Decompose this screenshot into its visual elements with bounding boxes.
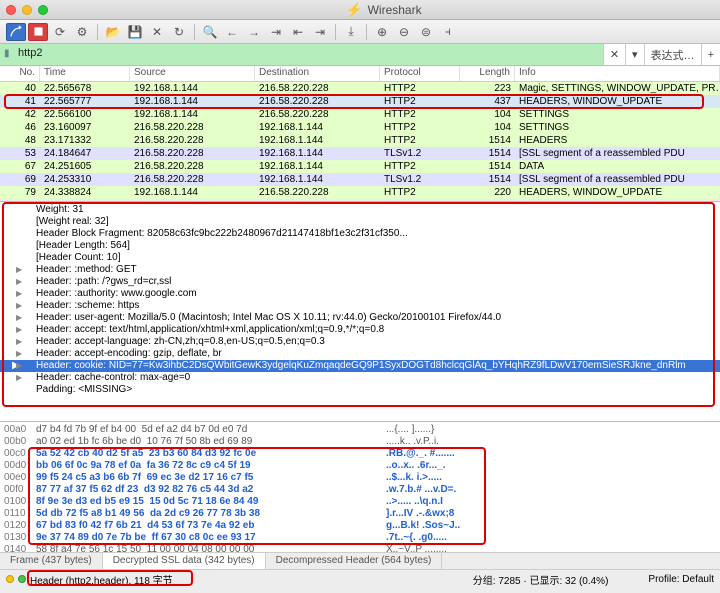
save-file-button[interactable]: 💾: [125, 23, 145, 41]
stop-capture-button[interactable]: [28, 23, 48, 41]
capture-indicator-icon: [18, 575, 26, 583]
jump-packet-button[interactable]: ⇥: [266, 23, 286, 41]
restart-capture-button[interactable]: ⟳: [50, 23, 70, 41]
byte-view-tabs: Frame (437 bytes) Decrypted SSL data (34…: [0, 552, 720, 570]
detail-line[interactable]: ▶Header: user-agent: Mozilla/5.0 (Macint…: [0, 312, 720, 324]
detail-line[interactable]: [Weight real: 32]: [0, 216, 720, 228]
detail-line[interactable]: [Header Length: 564]: [0, 240, 720, 252]
wireshark-logo-icon: ⚡: [346, 2, 362, 18]
tab-frame[interactable]: Frame (437 bytes): [0, 553, 103, 569]
hex-row[interactable]: 014058 8f a4 7e 56 1c 15 50 11 00 00 04 …: [4, 544, 716, 552]
packet-row[interactable]: 4022.565678192.168.1.144216.58.220.228HT…: [0, 82, 720, 95]
title-bar: ⚡ Wireshark: [0, 0, 720, 20]
display-filter-input[interactable]: ▮ http2: [0, 44, 603, 65]
capture-options-button[interactable]: ⚙: [72, 23, 92, 41]
detail-line[interactable]: Header Block Fragment: 82058c63fc9bc222b…: [0, 228, 720, 240]
detail-line[interactable]: ▶Header: cache-control: max-age=0: [0, 372, 720, 384]
detail-line[interactable]: ▶Header: :method: GET: [0, 264, 720, 276]
minimize-window-button[interactable]: [22, 5, 32, 15]
packet-row[interactable]: 4623.160097216.58.220.228192.168.1.144HT…: [0, 121, 720, 134]
hex-row[interactable]: 00a0d7 b4 fd 7b 9f ef b4 00 5d ef a2 d4 …: [4, 424, 716, 436]
app-title: Wireshark: [368, 3, 422, 17]
packet-details-pane[interactable]: Weight: 31[Weight real: 32]Header Block …: [0, 202, 720, 422]
hex-row[interactable]: 01309e 37 74 89 d0 7e 7b be ff 67 30 c8 …: [4, 532, 716, 544]
detail-line[interactable]: ▶Header: :path: /?gws_rd=cr,ssl: [0, 276, 720, 288]
hex-row[interactable]: 00c05a 52 42 cb 40 d2 5f a5 23 b3 60 84 …: [4, 448, 716, 460]
detail-line[interactable]: Weight: 31: [0, 204, 720, 216]
hex-dump-pane[interactable]: 00a0d7 b4 fd 7b 9f ef b4 00 5d ef a2 d4 …: [0, 422, 720, 552]
start-capture-button[interactable]: [6, 23, 26, 41]
filter-clear-button[interactable]: ✕: [603, 44, 625, 65]
filter-text: http2: [18, 47, 42, 59]
close-file-button[interactable]: ✕: [147, 23, 167, 41]
first-packet-button[interactable]: ⇤: [288, 23, 308, 41]
detail-line[interactable]: ▶Header: accept: text/html,application/x…: [0, 324, 720, 336]
hex-row[interactable]: 012067 bd 83 f0 42 f7 6b 21 d4 53 6f 73 …: [4, 520, 716, 532]
col-time[interactable]: Time: [40, 66, 130, 81]
packet-row[interactable]: 6924.253310216.58.220.228192.168.1.144TL…: [0, 173, 720, 186]
zoom-in-button[interactable]: ⊕: [372, 23, 392, 41]
zoom-reset-button[interactable]: ⊜: [416, 23, 436, 41]
zoom-window-button[interactable]: [38, 5, 48, 15]
reload-button[interactable]: ↻: [169, 23, 189, 41]
expression-button[interactable]: 表达式…: [644, 44, 701, 65]
filter-dropdown-button[interactable]: ▾: [625, 44, 644, 65]
status-field-info: Header (http2.header), 118 字节: [30, 576, 173, 587]
status-packet-count: 分组: 7285 · 已显示: 32 (0.4%): [473, 572, 609, 587]
prev-packet-button[interactable]: ←: [222, 23, 242, 41]
resize-columns-button[interactable]: ⫞: [438, 23, 458, 41]
packet-row[interactable]: 4222.566100192.168.1.144216.58.220.228HT…: [0, 108, 720, 121]
tab-decrypted-ssl[interactable]: Decrypted SSL data (342 bytes): [103, 553, 266, 569]
detail-line[interactable]: [Header Count: 10]: [0, 252, 720, 264]
packet-row[interactable]: 5324.184647216.58.220.228192.168.1.144TL…: [0, 147, 720, 160]
col-length[interactable]: Length: [460, 66, 515, 81]
packet-list-header: No. Time Source Destination Protocol Len…: [0, 66, 720, 82]
expert-info-button[interactable]: [6, 575, 14, 583]
close-window-button[interactable]: [6, 5, 16, 15]
hex-row[interactable]: 00b0a0 02 ed 1b fc 6b be d0 10 76 7f 50 …: [4, 436, 716, 448]
hex-row[interactable]: 00f087 77 af 37 f5 62 df 23 d3 92 82 76 …: [4, 484, 716, 496]
detail-line[interactable]: Padding: <MISSING>: [0, 384, 720, 396]
col-protocol[interactable]: Protocol: [380, 66, 460, 81]
filter-add-button[interactable]: +: [701, 44, 720, 65]
main-toolbar: ⟳ ⚙ 📂 💾 ✕ ↻ 🔍 ← → ⇥ ⇤ ⇥ ⤓ ⊕ ⊖ ⊜ ⫞: [0, 20, 720, 44]
open-file-button[interactable]: 📂: [103, 23, 123, 41]
filter-bar: ▮ http2 ✕ ▾ 表达式… +: [0, 44, 720, 66]
detail-line[interactable]: ▶Header: :scheme: https: [0, 300, 720, 312]
hex-row[interactable]: 01105d db 72 f5 a8 b1 49 56 da 2d c9 26 …: [4, 508, 716, 520]
detail-line[interactable]: ▶Header: :authority: www.google.com: [0, 288, 720, 300]
status-profile[interactable]: Profile: Default: [648, 574, 714, 585]
hex-row[interactable]: 00e099 f5 24 c5 a3 b6 6b 7f 69 ec 3e d2 …: [4, 472, 716, 484]
packet-list[interactable]: 4022.565678192.168.1.144216.58.220.228HT…: [0, 82, 720, 202]
filter-bookmark-icon[interactable]: ▮: [4, 48, 10, 59]
tab-decompressed-header[interactable]: Decompressed Header (564 bytes): [266, 553, 443, 569]
detail-line[interactable]: ▶Header: accept-language: zh-CN,zh;q=0.8…: [0, 336, 720, 348]
hex-row[interactable]: 00d0bb 06 6f 0c 9a 78 ef 0a fa 36 72 8c …: [4, 460, 716, 472]
packet-row[interactable]: 4823.171332216.58.220.228192.168.1.144HT…: [0, 134, 720, 147]
detail-line[interactable]: ▶Header: accept-encoding: gzip, deflate,…: [0, 348, 720, 360]
col-source[interactable]: Source: [130, 66, 255, 81]
col-destination[interactable]: Destination: [255, 66, 380, 81]
col-info[interactable]: Info: [515, 66, 720, 81]
zoom-out-button[interactable]: ⊖: [394, 23, 414, 41]
col-no[interactable]: No.: [0, 66, 40, 81]
auto-scroll-button[interactable]: ⤓: [341, 23, 361, 41]
packet-row[interactable]: 6724.251605216.58.220.228192.168.1.144HT…: [0, 160, 720, 173]
status-bar: Header (http2.header), 118 字节 分组: 7285 ·…: [0, 570, 720, 588]
packet-row[interactable]: 7924.338824192.168.1.144216.58.220.228HT…: [0, 186, 720, 199]
hex-row[interactable]: 01008f 9e 3e d3 ed b5 e9 15 15 0d 5c 71 …: [4, 496, 716, 508]
find-packet-button[interactable]: 🔍: [200, 23, 220, 41]
last-packet-button[interactable]: ⇥: [310, 23, 330, 41]
next-packet-button[interactable]: →: [244, 23, 264, 41]
packet-row[interactable]: 4122.565777192.168.1.144216.58.220.228HT…: [0, 95, 720, 108]
detail-line[interactable]: ▶Header: cookie: NID=77=Kw3ihbC2DsQWbitG…: [0, 360, 720, 372]
